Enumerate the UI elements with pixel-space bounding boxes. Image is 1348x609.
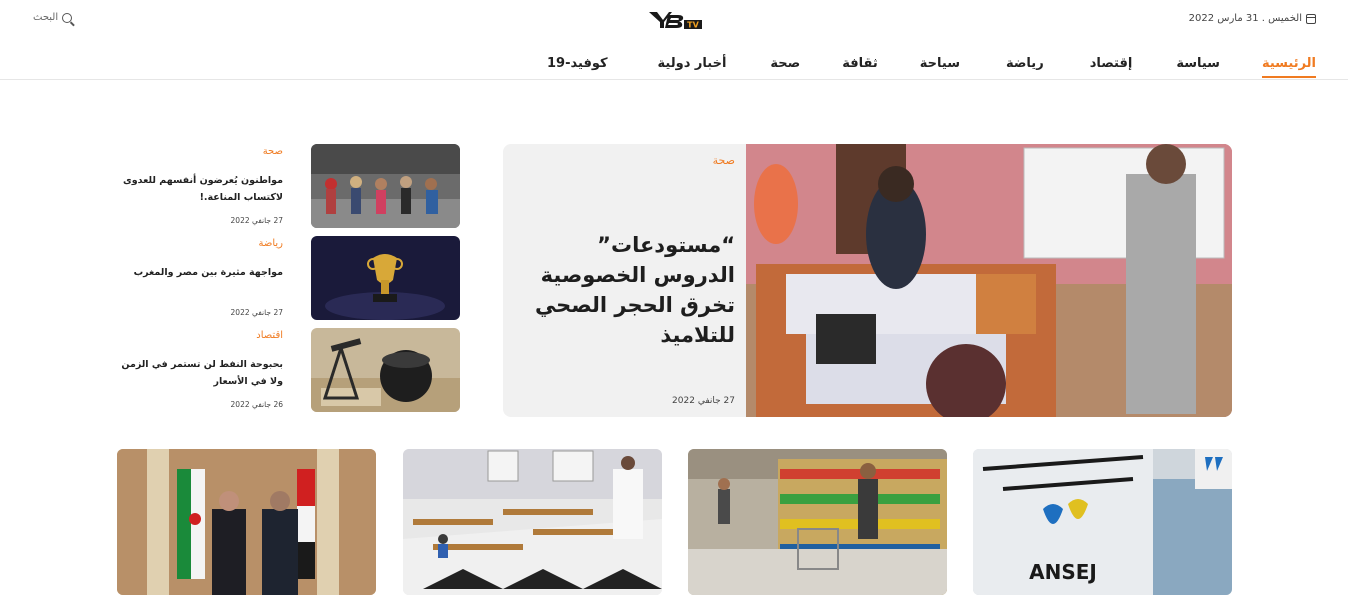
search-button[interactable]: البحث <box>33 12 73 23</box>
card-image[interactable]: ANSEJ <box>973 449 1232 595</box>
card-article[interactable] <box>117 449 376 595</box>
search-label: البحث <box>33 12 59 23</box>
side-article-category[interactable]: صحة <box>263 146 283 157</box>
side-article-title[interactable]: مواطنون يُعرضون أنفسهم للعدوى لاكتساب ال… <box>108 172 283 206</box>
hero-category[interactable]: صحة <box>713 154 735 167</box>
current-date-text: الخميس . 31 مارس 2022 <box>1188 13 1302 24</box>
side-article-image[interactable] <box>311 328 460 412</box>
nav-item-world-news[interactable]: أخبار دولية <box>658 45 727 78</box>
search-icon <box>62 12 73 23</box>
card-image[interactable] <box>688 449 947 595</box>
top-bar: الخميس . 31 مارس 2022 TV البحث <box>0 0 1348 40</box>
nav-item-culture[interactable]: ثقافة <box>842 45 878 78</box>
calendar-icon <box>1306 13 1316 24</box>
hero-title[interactable]: “مستودعات” الدروس الخصوصية تخرق الحجر ال… <box>515 230 735 350</box>
side-article-date: 27 جانفي 2022 <box>230 308 283 317</box>
site-logo[interactable]: TV <box>648 9 704 31</box>
nav-item-covid[interactable]: كوفيد-19 <box>547 45 608 78</box>
side-article-category[interactable]: اقتصاد <box>256 330 283 341</box>
hero-date: 27 جانفي 2022 <box>672 396 735 406</box>
main-nav: الرئيسية سياسة إقتصاد رياضة سياحة ثقافة … <box>547 45 1317 79</box>
side-article-date: 26 جانفي 2022 <box>230 400 283 409</box>
card-article[interactable]: ANSEJ <box>973 449 1232 595</box>
side-article-category[interactable]: رياضة <box>258 238 283 249</box>
nav-item-home[interactable]: الرئيسية <box>1261 45 1317 78</box>
card-article[interactable] <box>688 449 947 595</box>
side-article-title[interactable]: بحبوحة النفط لن تستمر في الزمن ولا في ال… <box>108 356 283 390</box>
nav-divider <box>0 79 1348 80</box>
nav-item-tourism[interactable]: سياحة <box>920 45 960 78</box>
side-article[interactable]: اقتصاد بحبوحة النفط لن تستمر في الزمن ول… <box>110 328 460 412</box>
side-article[interactable]: رياضة مواجهة مثيرة بين مصر والمغرب 27 جا… <box>110 236 460 320</box>
side-article[interactable]: صحة مواطنون يُعرضون أنفسهم للعدوى لاكتسا… <box>110 144 460 228</box>
hero-image[interactable] <box>746 144 1232 417</box>
card-image[interactable] <box>117 449 376 595</box>
card-article[interactable] <box>403 449 662 595</box>
nav-item-politics[interactable]: سياسة <box>1176 45 1220 78</box>
side-article-image[interactable] <box>311 144 460 228</box>
card-image[interactable] <box>403 449 662 595</box>
nav-item-sports[interactable]: رياضة <box>1006 45 1044 78</box>
svg-text:ANSEJ: ANSEJ <box>1029 560 1097 584</box>
nav-item-economy[interactable]: إقتصاد <box>1090 45 1133 78</box>
side-article-title[interactable]: مواجهة مثيرة بين مصر والمغرب <box>108 264 283 281</box>
side-article-date: 27 جانفي 2022 <box>230 216 283 225</box>
nav-item-health[interactable]: صحة <box>770 45 800 78</box>
current-date: الخميس . 31 مارس 2022 <box>1189 13 1316 24</box>
side-article-image[interactable] <box>311 236 460 320</box>
hero-article[interactable]: صحة “مستودعات” الدروس الخصوصية تخرق الحج… <box>503 144 1232 417</box>
logo-text: TV <box>687 21 699 30</box>
